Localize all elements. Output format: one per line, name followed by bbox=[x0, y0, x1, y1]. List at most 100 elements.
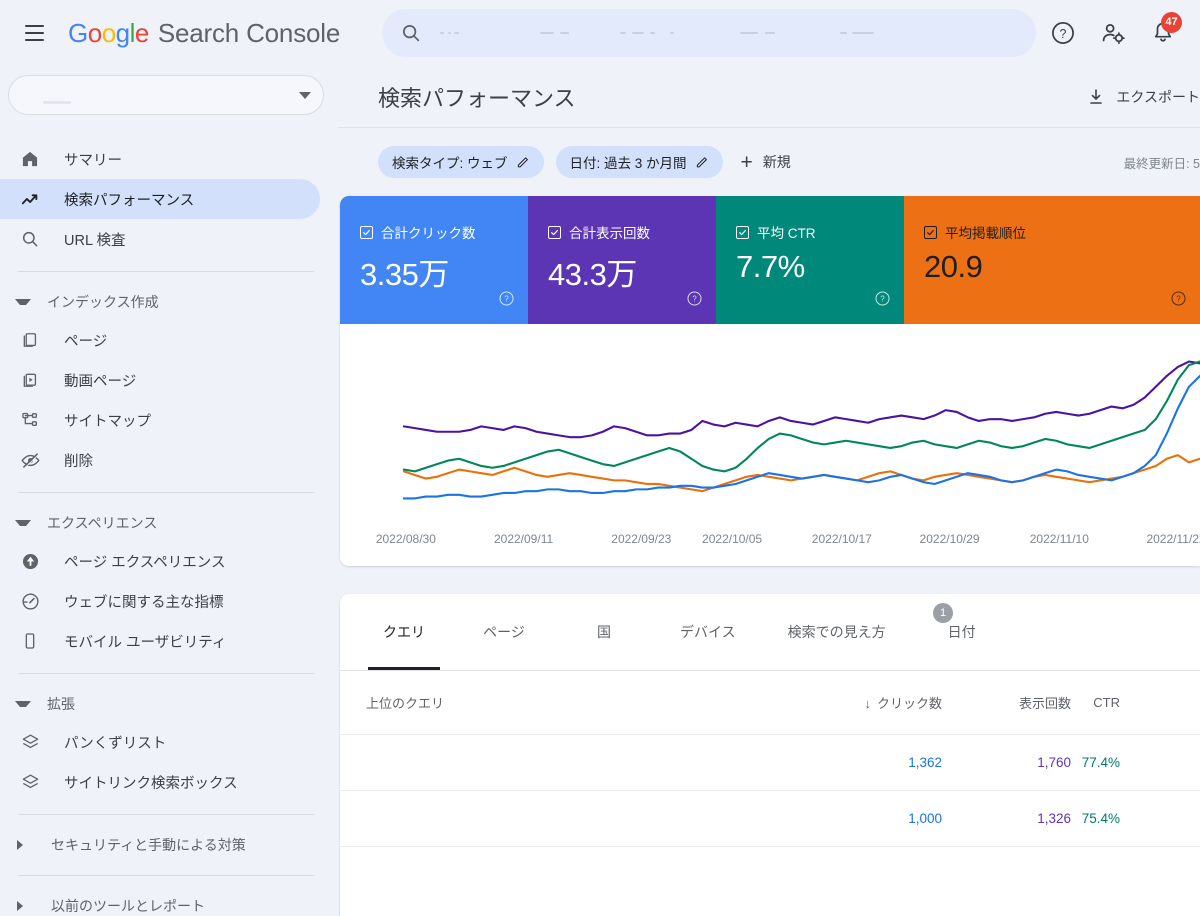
sidebar-primary-items: サマリー 検索パフォーマンス URL 検査 bbox=[0, 139, 338, 259]
tab-4[interactable]: 検索での見え方 bbox=[762, 594, 912, 670]
download-icon bbox=[1086, 87, 1106, 107]
table-body: 1,3621,76077.4%1,0001,32675.4% bbox=[340, 735, 1200, 847]
sidebar-item-summary[interactable]: サマリー bbox=[0, 139, 320, 179]
sidebar-item-video-pages[interactable]: 動画ページ bbox=[0, 360, 320, 400]
tab-5[interactable]: 日付 bbox=[912, 594, 1012, 670]
metric-card-total-clicks[interactable]: 合計クリック数 3.35万 ? bbox=[340, 196, 528, 324]
page-header: 検索パフォーマンス エクスポート bbox=[338, 66, 1200, 127]
page-experience-icon bbox=[18, 551, 42, 572]
search-input[interactable] bbox=[382, 9, 1036, 57]
sidebar-item-label: ウェブに関する主な指標 bbox=[64, 591, 224, 612]
performance-chart[interactable]: 2022/08/302022/09/112022/09/232022/10/05… bbox=[340, 324, 1200, 566]
google-wordmark: Google bbox=[68, 18, 149, 49]
sidebar-item-page-experience[interactable]: ページ エクスペリエンス bbox=[0, 541, 320, 581]
metric-card-total-impressions[interactable]: 合計表示回数 43.3万 ? bbox=[528, 196, 716, 324]
product-name: Search Console bbox=[158, 18, 340, 49]
edit-pencil-icon bbox=[516, 155, 530, 169]
sidebar-group-legacy-tools[interactable]: 以前のツールとレポート bbox=[0, 888, 338, 916]
results-tabs: クエリ ページ 国 デバイス検索での見え方 日付 bbox=[340, 594, 1200, 670]
export-button[interactable]: エクスポート bbox=[1086, 87, 1200, 107]
x-axis-tick: 2022/09/23 bbox=[611, 532, 671, 546]
sidebar-item-pages[interactable]: ページ bbox=[0, 320, 320, 360]
sidebar-divider bbox=[18, 492, 314, 493]
account-settings-button[interactable] bbox=[1092, 12, 1134, 54]
sidebar-item-label: モバイル ユーザビリティ bbox=[64, 631, 226, 652]
metric-card-average-ctr[interactable]: 平均 CTR 7.7% ? bbox=[716, 196, 904, 324]
checkbox-checked-icon[interactable] bbox=[548, 226, 561, 239]
chevron-right-icon bbox=[17, 901, 33, 911]
add-filter-button[interactable]: + 新規 bbox=[735, 146, 797, 178]
search-icon bbox=[400, 22, 422, 44]
tab-0[interactable]: クエリ bbox=[354, 594, 454, 670]
main-content: 検索パフォーマンス エクスポート 検索タイプ: ウェブ bbox=[338, 66, 1200, 916]
sidebar-group-label: 以前のツールとレポート bbox=[51, 896, 205, 916]
help-circle-icon[interactable]: ? bbox=[1170, 290, 1187, 312]
x-axis-tick: 2022/10/17 bbox=[812, 532, 872, 546]
help-circle-icon[interactable]: ? bbox=[874, 290, 891, 312]
last-updated-text: 最終更新日: 5 bbox=[1124, 153, 1200, 172]
results-panel: クエリ ページ 国 デバイス検索での見え方 日付 上位のクエリ ↓クリック数 表示回数 … bbox=[340, 594, 1200, 916]
help-circle-icon[interactable]: ? bbox=[686, 290, 703, 312]
sidebar-item-breadcrumbs[interactable]: パンくずリスト bbox=[0, 722, 320, 762]
column-header-query[interactable]: 上位のクエリ bbox=[340, 671, 787, 735]
column-header-clicks[interactable]: ↓クリック数 bbox=[787, 671, 942, 735]
cell-impressions: 1,760 bbox=[942, 735, 1071, 791]
sidebar-item-search-performance[interactable]: 検索パフォーマンス bbox=[0, 179, 320, 219]
sidebar-item-sitemaps[interactable]: サイトマップ bbox=[0, 400, 320, 440]
search-input-value bbox=[440, 27, 1018, 39]
tab-1[interactable]: ページ bbox=[454, 594, 554, 670]
metric-card-header: 平均掲載順位 bbox=[924, 222, 1184, 242]
search-icon bbox=[18, 229, 42, 249]
video-pages-icon bbox=[18, 370, 42, 390]
column-header-ctr[interactable]: CTR bbox=[1071, 671, 1200, 735]
cell-clicks: 1,000 bbox=[787, 791, 942, 847]
tab-2[interactable]: 国 bbox=[554, 594, 654, 670]
checkbox-checked-icon[interactable] bbox=[736, 226, 749, 239]
page-title: 検索パフォーマンス bbox=[378, 81, 576, 113]
x-axis-tick: 2022/09/11 bbox=[494, 532, 553, 546]
eye-off-icon bbox=[18, 450, 42, 471]
results-table: 上位のクエリ ↓クリック数 表示回数 CTR 1,3621,76077.4%1,… bbox=[340, 671, 1200, 847]
table-row[interactable]: 1,0001,32675.4% bbox=[340, 791, 1200, 847]
sidebar-group-indexing[interactable]: インデックス作成 bbox=[0, 284, 338, 320]
brand-logo: Google Search Console bbox=[68, 18, 340, 49]
sidebar-divider bbox=[18, 271, 314, 272]
filter-chip-date[interactable]: 日付: 過去 3 か月間 bbox=[556, 146, 723, 178]
sidebar-item-label: ページ bbox=[64, 330, 107, 351]
sidebar-group-security[interactable]: セキュリティと手動による対策 bbox=[0, 827, 338, 863]
metric-card-average-position[interactable]: 平均掲載順位 20.9 ? bbox=[904, 196, 1200, 324]
pages-icon bbox=[18, 330, 42, 350]
sidebar-group-experience[interactable]: エクスペリエンス bbox=[0, 505, 338, 541]
sidebar-item-sitelinks-searchbox[interactable]: サイトリンク検索ボックス bbox=[0, 762, 320, 802]
tab-label: ページ bbox=[483, 622, 525, 642]
sidebar-item-core-web-vitals[interactable]: ウェブに関する主な指標 bbox=[0, 581, 320, 621]
notifications-button[interactable]: 47 bbox=[1142, 12, 1184, 54]
help-button[interactable]: ? bbox=[1042, 12, 1084, 54]
checkbox-checked-icon[interactable] bbox=[924, 226, 937, 239]
metric-card-header: 平均 CTR bbox=[736, 222, 888, 242]
sidebar-item-url-inspection[interactable]: URL 検査 bbox=[0, 219, 320, 259]
sidebar-group-label: 拡張 bbox=[47, 694, 75, 714]
chart-annotation-marker[interactable]: 1 bbox=[933, 603, 953, 623]
export-label: エクスポート bbox=[1116, 87, 1200, 107]
tab-3[interactable]: デバイス bbox=[654, 594, 762, 670]
table-row[interactable]: 1,3621,76077.4% bbox=[340, 735, 1200, 791]
column-header-impressions[interactable]: 表示回数 bbox=[942, 671, 1071, 735]
x-axis-tick: 2022/10/29 bbox=[920, 532, 980, 546]
property-selector[interactable] bbox=[8, 75, 324, 115]
chart-series-0 bbox=[404, 362, 1200, 438]
chevron-right-icon bbox=[17, 840, 33, 850]
sidebar-item-mobile-usability[interactable]: モバイル ユーザビリティ bbox=[0, 621, 320, 661]
sidebar-item-removals[interactable]: 削除 bbox=[0, 440, 320, 480]
filter-chip-search-type[interactable]: 検索タイプ: ウェブ bbox=[378, 146, 544, 178]
sidebar-group-label: エクスペリエンス bbox=[47, 513, 157, 533]
hamburger-menu-icon[interactable] bbox=[14, 13, 54, 53]
metric-card-label: 平均掲載順位 bbox=[945, 222, 1026, 242]
sidebar-group-enhancements[interactable]: 拡張 bbox=[0, 686, 338, 722]
checkbox-checked-icon[interactable] bbox=[360, 226, 373, 239]
chart-series-1 bbox=[404, 362, 1200, 472]
tab-label: 国 bbox=[597, 622, 611, 642]
help-circle-icon[interactable]: ? bbox=[498, 290, 515, 312]
tab-label: 日付 bbox=[948, 622, 976, 642]
sitemap-icon bbox=[18, 410, 42, 430]
